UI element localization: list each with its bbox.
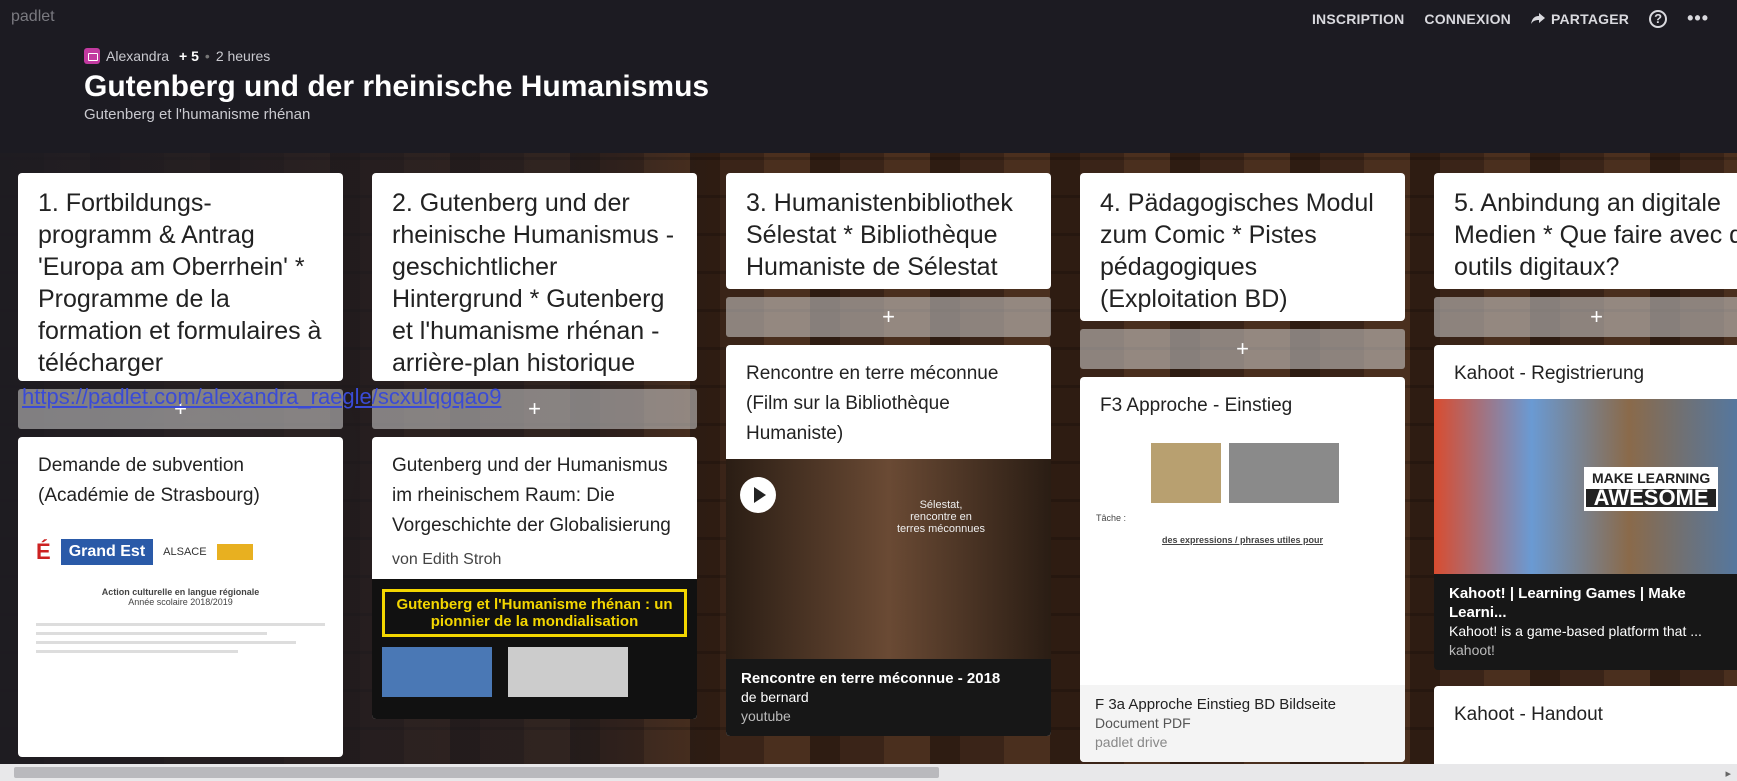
video-author: de bernard <box>741 689 809 705</box>
share-label: PARTAGER <box>1551 10 1630 27</box>
post-title: Kahoot - Registrierung <box>1434 345 1737 399</box>
region-logo <box>216 544 253 560</box>
play-icon[interactable] <box>740 477 776 513</box>
preview-line <box>36 641 297 644</box>
column-2: 2. Gutenberg und der rheinische Humanism… <box>372 173 697 719</box>
sheet-task: Tâche : <box>1096 513 1127 523</box>
section-title[interactable]: 4. Pädagogisches Modul zum Comic * Piste… <box>1080 173 1405 321</box>
statue-image <box>382 647 492 697</box>
kahoot-banner: MAKE LEARNING AWESOME <box>1584 467 1719 511</box>
meta-separator: • <box>204 48 210 64</box>
kahoot-image[interactable]: MAKE LEARNING AWESOME <box>1434 399 1737 574</box>
post-card[interactable]: Kahoot - Registrierung MAKE LEARNING AWE… <box>1434 345 1737 670</box>
file-title: F 3a Approche Einstieg BD Bildseite <box>1095 696 1336 713</box>
post-body: von Edith Stroh <box>392 551 502 568</box>
horizontal-scrollbar[interactable]: ▸ <box>0 764 1737 781</box>
post-title: Kahoot - Handout <box>1454 704 1603 725</box>
column-3: 3. Humanistenbibliothek Sélestat * Bibli… <box>726 173 1051 736</box>
signup-link[interactable]: INSCRIPTION <box>1312 11 1404 27</box>
contributors-count[interactable]: + 5 <box>179 48 199 64</box>
board-header: Alexandra + 5 • 2 heures Gutenberg und d… <box>84 48 709 123</box>
video-title: Rencontre en terre méconnue - 2018 <box>741 670 1001 687</box>
preview-heading: Action culturelle en langue régionale <box>101 587 260 597</box>
sheet-footer: des expressions / phrases utiles pour <box>1161 535 1324 545</box>
preview-line <box>36 623 325 626</box>
preview-line <box>36 632 268 635</box>
section-title[interactable]: 2. Gutenberg und der rheinische Humanism… <box>372 173 697 381</box>
comic-images <box>382 647 687 697</box>
scrollbar-thumb[interactable] <box>14 767 939 778</box>
share-button[interactable]: PARTAGER <box>1531 11 1629 27</box>
share-arrow-icon <box>1531 12 1545 24</box>
document-preview[interactable]: É Grand Est ALSACE Action culturelle en … <box>18 521 343 757</box>
author-name[interactable]: Alexandra <box>106 48 169 64</box>
link-source: kahoot! <box>1449 642 1495 658</box>
pdf-preview[interactable]: Tâche : des expressions / phrases utiles… <box>1080 431 1405 685</box>
comic-image-2 <box>1229 443 1339 503</box>
page-subtitle: Gutenberg et l'humanisme rhénan <box>84 106 311 123</box>
video-attachment[interactable]: Sélestat, rencontre en terres méconnues … <box>726 459 1051 736</box>
login-link[interactable]: CONNEXION <box>1424 11 1511 27</box>
post-title: F3 Approche - Einstieg <box>1100 395 1293 416</box>
padlet-url-link[interactable]: https://padlet.com/alexandra_raegle/scxu… <box>22 384 501 410</box>
grand-est-logo: Grand Est <box>60 539 154 565</box>
preview-line <box>36 650 239 653</box>
post-card[interactable]: F3 Approche - Einstieg Tâche : des expre… <box>1080 377 1405 762</box>
add-post-button[interactable]: + <box>1434 297 1737 337</box>
link-description: Kahoot! is a game-based platform that ..… <box>1449 623 1702 639</box>
post-title: Demande de subvention (Académie de Stras… <box>38 455 260 506</box>
comic-preview[interactable]: Gutenberg et l'Humanisme rhénan : un pio… <box>372 579 697 719</box>
comic-banner: Gutenberg et l'Humanisme rhénan : un pio… <box>382 589 687 637</box>
file-source: padlet drive <box>1095 734 1168 750</box>
padlet-logo[interactable]: padlet <box>11 8 55 26</box>
section-title[interactable]: 5. Anbindung an digitale Medien * Que fa… <box>1434 173 1737 289</box>
post-card[interactable]: Demande de subvention (Académie de Stras… <box>18 437 343 757</box>
post-title: Gutenberg und der Humanismus im rheinisc… <box>392 455 671 536</box>
page-title: Gutenberg und der rheinische Humanismus <box>84 70 710 103</box>
avatar-icon[interactable] <box>84 48 100 64</box>
video-overlay-text: Sélestat, rencontre en terres méconnues <box>896 499 986 535</box>
file-caption: F 3a Approche Einstieg BD Bildseite Docu… <box>1080 685 1405 762</box>
updated-time: 2 heures <box>215 48 271 64</box>
file-type: Document PDF <box>1095 715 1191 731</box>
video-caption: Rencontre en terre méconnue - 2018 de be… <box>726 659 1051 736</box>
alsace-logo: ALSACE <box>163 546 207 558</box>
preview-subheading: Année scolaire 2018/2019 <box>128 597 233 607</box>
preview-logos: É Grand Est ALSACE <box>36 539 325 565</box>
post-title: Rencontre en terre méconnue (Film sur la… <box>746 363 999 444</box>
academy-logo: É <box>36 539 51 564</box>
board-meta: Alexandra + 5 • 2 heures <box>84 48 709 64</box>
post-card[interactable]: Gutenberg und der Humanismus im rheinisc… <box>372 437 697 719</box>
video-source: youtube <box>741 708 791 724</box>
video-thumbnail[interactable]: Sélestat, rencontre en terres méconnues <box>726 459 1051 659</box>
more-icon[interactable]: ••• <box>1687 8 1709 29</box>
column-1: 1. Fortbildungs-programm & Antrag 'Europ… <box>18 173 343 757</box>
comic-image-1 <box>1151 443 1221 503</box>
scroll-right-arrow-icon[interactable]: ▸ <box>1725 767 1731 780</box>
kahoot-banner-line2: AWESOME <box>1586 487 1717 509</box>
help-icon[interactable]: ? <box>1649 9 1668 28</box>
section-title[interactable]: 1. Fortbildungs-programm & Antrag 'Europ… <box>18 173 343 381</box>
add-post-button[interactable]: + <box>726 297 1051 337</box>
sheet-images <box>1151 443 1389 503</box>
link-title: Kahoot! | Learning Games | Make Learni..… <box>1449 585 1686 621</box>
map-image <box>508 647 628 697</box>
column-5: 5. Anbindung an digitale Medien * Que fa… <box>1434 173 1737 776</box>
section-title[interactable]: 3. Humanistenbibliothek Sélestat * Bibli… <box>726 173 1051 289</box>
add-post-button[interactable]: + <box>1080 329 1405 369</box>
link-caption: Kahoot! | Learning Games | Make Learni..… <box>1434 574 1737 670</box>
post-card[interactable]: Rencontre en terre méconnue (Film sur la… <box>726 345 1051 736</box>
top-bar: padlet INSCRIPTION CONNEXION PARTAGER ? … <box>0 0 1737 36</box>
column-4: 4. Pädagogisches Modul zum Comic * Piste… <box>1080 173 1405 762</box>
post-card[interactable]: Kahoot - Handout <box>1434 686 1737 776</box>
top-nav: INSCRIPTION CONNEXION PARTAGER ? ••• <box>1312 8 1709 29</box>
